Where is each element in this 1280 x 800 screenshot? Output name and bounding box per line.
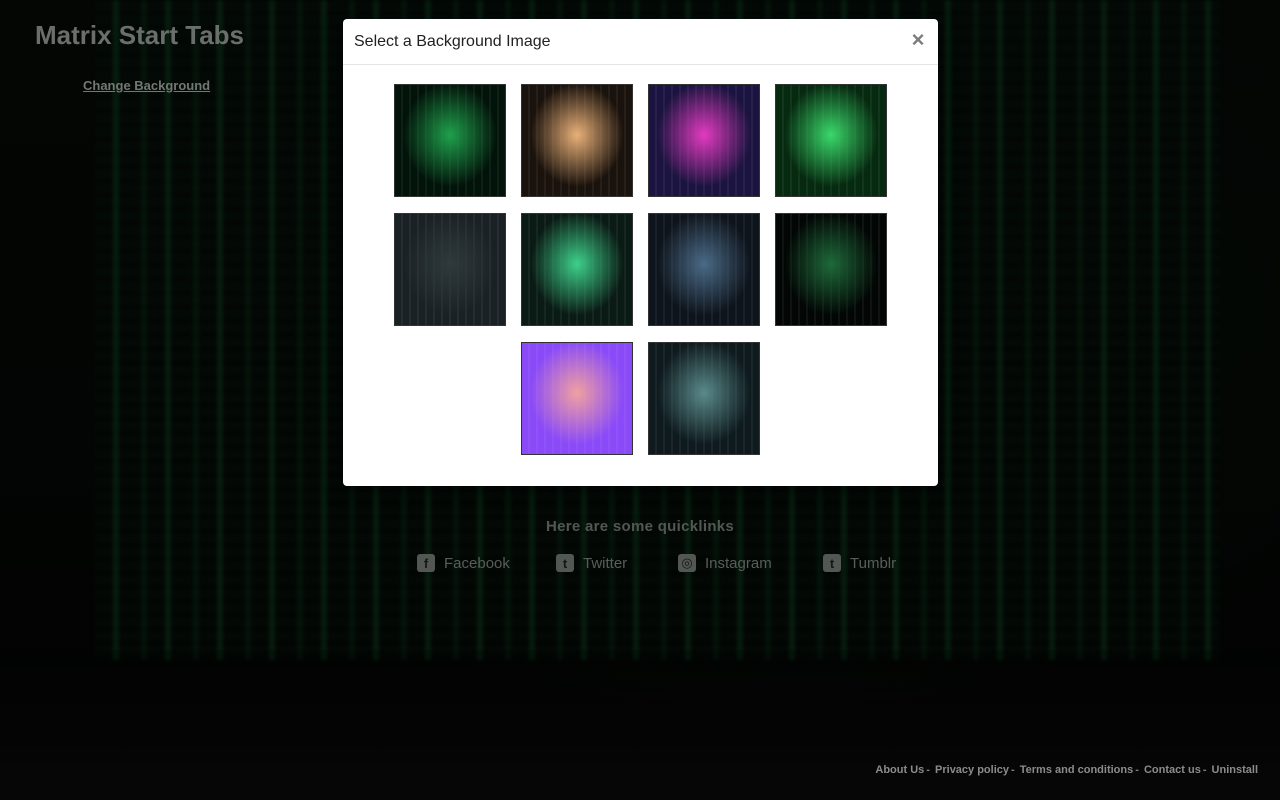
background-thumbnail-sunglasses-pink-purple[interactable]	[521, 342, 633, 455]
background-thumbnail-pink-bokeh-lights[interactable]	[648, 84, 760, 197]
background-thumbnail-dark-workstation[interactable]	[648, 213, 760, 326]
modal-header: Select a Background Image ×	[343, 19, 938, 65]
background-thumbnail-green-grid-silhouette[interactable]	[775, 84, 887, 197]
background-thumbnail-dark-laptop-code[interactable]	[394, 213, 506, 326]
background-thumbnail-green-lit-room[interactable]	[775, 213, 887, 326]
close-icon[interactable]: ×	[908, 29, 928, 51]
background-thumbnail-laptop-matrix-screen[interactable]	[521, 213, 633, 326]
background-thumbnail-city-night-skyline[interactable]	[648, 342, 760, 455]
modal-title: Select a Background Image	[354, 33, 551, 50]
background-thumbnail-green-code-rain[interactable]	[394, 84, 506, 197]
background-thumbnail-warm-light-tunnel[interactable]	[521, 84, 633, 197]
background-picker-modal: Select a Background Image ×	[343, 19, 938, 486]
